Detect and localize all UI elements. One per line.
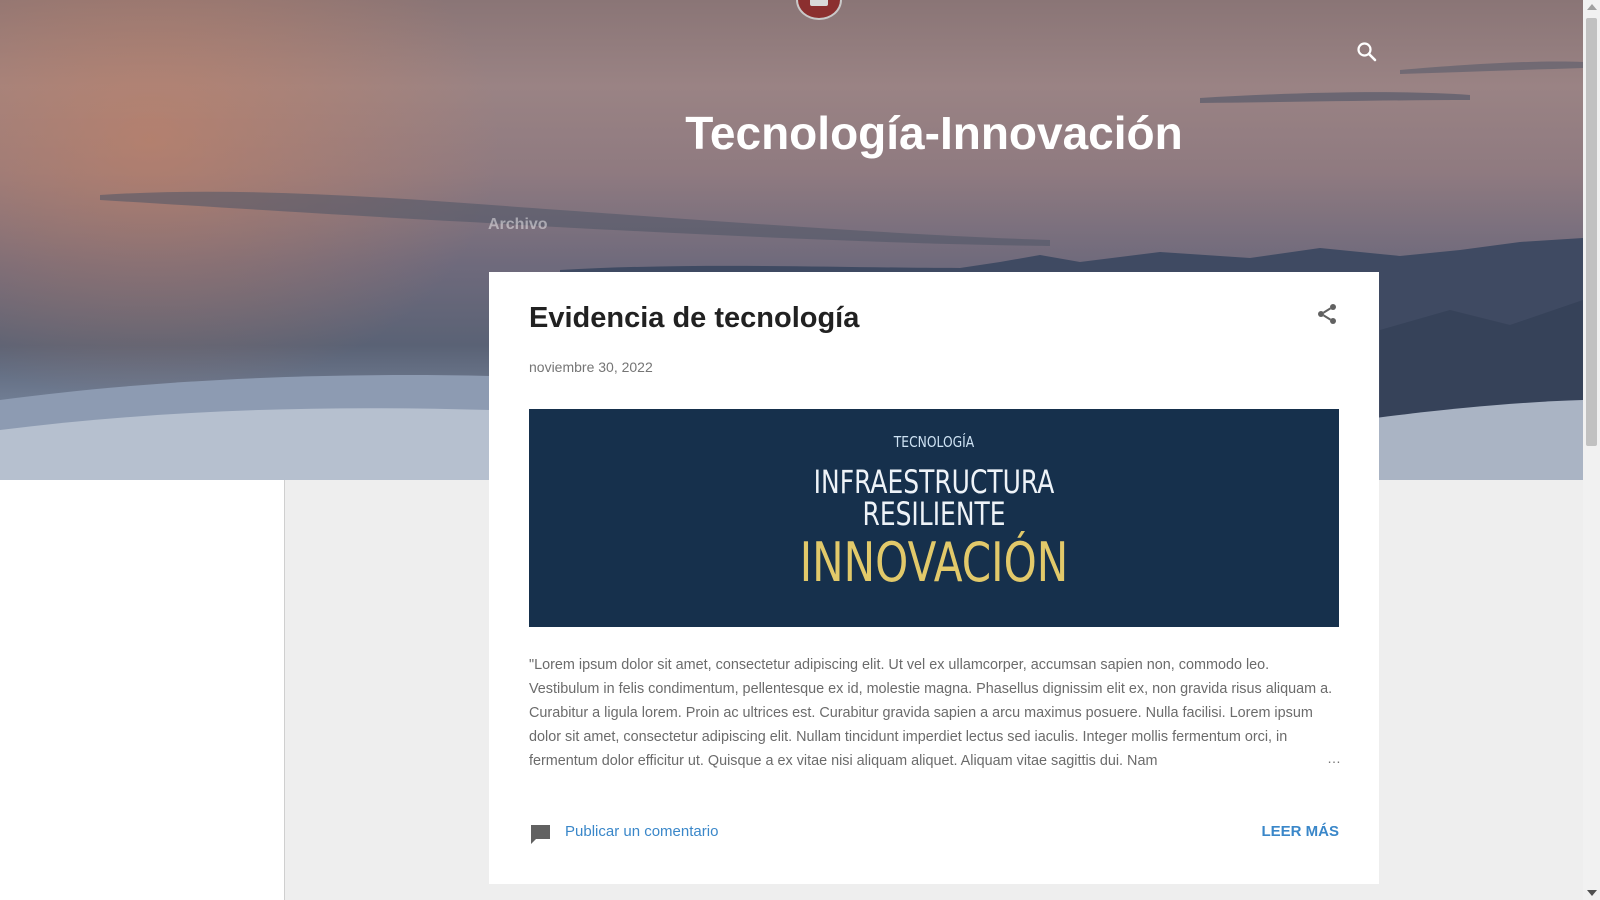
scroll-up-arrow-icon[interactable]	[1587, 4, 1597, 10]
nav-archivo-link[interactable]: Archivo	[488, 216, 548, 234]
post-comment-link[interactable]: Publicar un comentario	[565, 823, 718, 840]
scroll-down-arrow-icon[interactable]	[1587, 890, 1597, 896]
post-snippet: "Lorem ipsum dolor sit amet, consectetur…	[529, 657, 1333, 769]
post-title[interactable]: Evidencia de tecnología	[529, 302, 859, 335]
comment-icon[interactable]	[529, 822, 553, 846]
image-caption-resiliente: RESILIENTE	[862, 495, 1006, 533]
post-featured-image[interactable]: TECNOLOGÍA INFRAESTRUCTURA RESILIENTE IN…	[529, 409, 1339, 627]
image-caption-innovacion: INNOVACIÓN	[799, 531, 1069, 594]
scrollbar-thumb[interactable]	[1586, 18, 1597, 446]
page-scrollbar[interactable]	[1583, 0, 1600, 900]
search-icon[interactable]	[1355, 40, 1379, 64]
snippet-ellipsis: …	[1327, 750, 1341, 766]
post-date[interactable]: noviembre 30, 2022	[529, 359, 653, 375]
read-more-link[interactable]: LEER MÁS	[1261, 823, 1339, 840]
post-card: Evidencia de tecnología noviembre 30, 20…	[489, 272, 1379, 884]
image-caption-tecnologia: TECNOLOGÍA	[893, 433, 975, 451]
share-icon[interactable]	[1315, 302, 1339, 326]
blog-title[interactable]: Tecnología-Innovación	[480, 106, 1388, 160]
sidebar-area	[0, 480, 285, 900]
